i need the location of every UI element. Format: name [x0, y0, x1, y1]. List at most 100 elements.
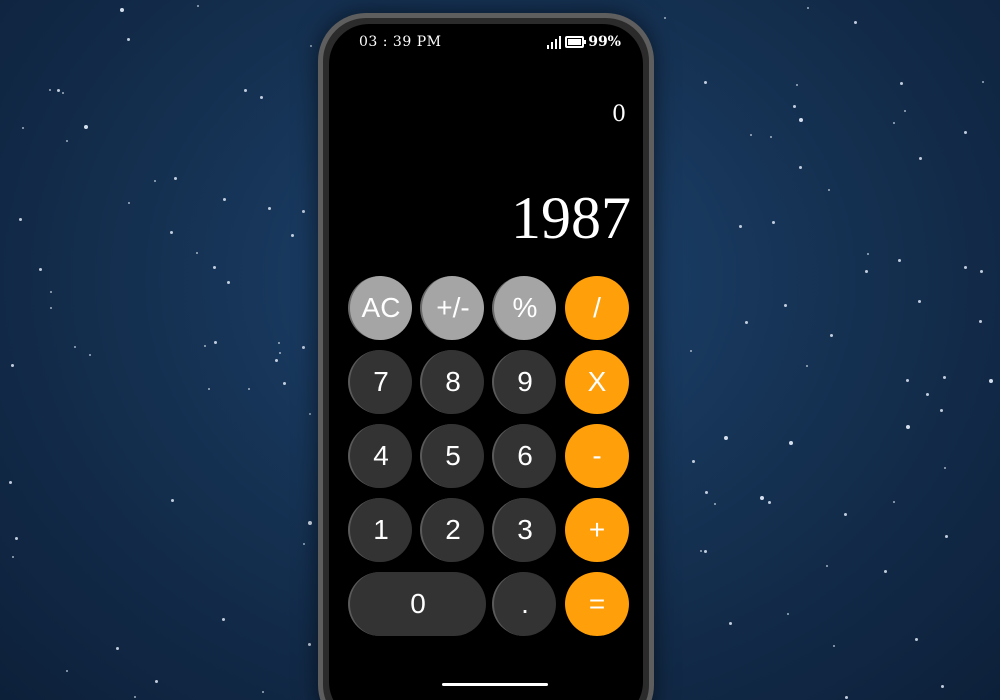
star [941, 685, 945, 689]
star [227, 281, 231, 285]
digit-8-button[interactable]: 8 [420, 350, 484, 414]
star [807, 6, 810, 9]
star [900, 81, 904, 85]
star [883, 569, 887, 573]
star [981, 81, 984, 84]
star [793, 105, 797, 109]
star [261, 691, 264, 694]
add-button[interactable]: + [565, 498, 629, 562]
star [207, 388, 210, 391]
star [303, 543, 306, 546]
star [22, 127, 25, 130]
star [784, 303, 788, 307]
star [798, 166, 802, 170]
star [768, 500, 772, 504]
star [919, 157, 922, 161]
star [267, 206, 271, 210]
star [699, 550, 702, 553]
equals-button[interactable]: = [565, 572, 629, 636]
star [692, 460, 696, 464]
clear-button[interactable]: AC [348, 276, 412, 340]
star [906, 425, 911, 430]
star [806, 364, 809, 367]
digit-4-button[interactable]: 4 [348, 424, 412, 488]
star [703, 550, 707, 554]
star [196, 5, 199, 8]
star [760, 496, 765, 501]
star [50, 307, 53, 310]
star [248, 387, 251, 390]
digit-9-button[interactable]: 9 [492, 350, 556, 414]
star [278, 342, 281, 345]
star [14, 536, 18, 540]
star [61, 91, 64, 94]
star [979, 269, 983, 273]
star [120, 8, 125, 13]
star [221, 617, 225, 621]
star [10, 363, 14, 367]
star [664, 17, 667, 20]
star [729, 622, 733, 626]
digit-0-button[interactable]: 0 [348, 572, 486, 636]
star [48, 88, 51, 91]
star [914, 638, 918, 642]
star [917, 299, 921, 303]
divide-button[interactable]: / [565, 276, 629, 340]
decimal-button[interactable]: . [492, 572, 556, 636]
digit-1-button[interactable]: 1 [348, 498, 412, 562]
star [126, 37, 130, 41]
star [204, 344, 207, 347]
star [723, 436, 728, 441]
star [84, 124, 89, 129]
star [66, 669, 69, 672]
star [705, 490, 709, 494]
signal-bars-icon [547, 35, 562, 49]
star [244, 89, 248, 93]
star [274, 358, 278, 362]
star [866, 252, 869, 255]
star [56, 88, 60, 92]
star [892, 121, 895, 124]
previous-value-display: 0 [612, 102, 626, 127]
star [749, 134, 752, 137]
digit-5-button[interactable]: 5 [420, 424, 484, 488]
digit-3-button[interactable]: 3 [492, 498, 556, 562]
star [799, 118, 804, 123]
star [772, 220, 776, 224]
toggle-sign-button[interactable]: +/- [420, 276, 484, 340]
subtract-button[interactable]: - [565, 424, 629, 488]
multiply-button[interactable]: X [565, 350, 629, 414]
star [301, 209, 305, 213]
digit-7-button[interactable]: 7 [348, 350, 412, 414]
star [213, 266, 217, 270]
star [689, 350, 692, 353]
calculator-screen: 03 : 39 PM 99% 0 1987 AC +/- % / 7 8 9 X… [329, 24, 643, 700]
star [854, 21, 858, 25]
star [926, 392, 930, 396]
star [19, 217, 23, 221]
digit-2-button[interactable]: 2 [420, 498, 484, 562]
digit-6-button[interactable]: 6 [492, 424, 556, 488]
star [73, 345, 76, 348]
star [259, 95, 263, 99]
current-value-display: 1987 [511, 185, 631, 251]
star [223, 197, 227, 201]
star [739, 225, 742, 229]
percent-button[interactable]: % [492, 276, 556, 340]
home-indicator[interactable] [442, 683, 548, 686]
star [291, 233, 295, 237]
star [893, 501, 896, 504]
star [905, 378, 909, 382]
star [789, 440, 794, 445]
star [942, 376, 946, 380]
star [195, 251, 198, 254]
status-time: 03 : 39 PM [359, 34, 442, 50]
star [786, 612, 789, 615]
star [307, 642, 311, 646]
star [170, 230, 174, 234]
star [832, 645, 835, 648]
star [39, 268, 43, 272]
star [963, 265, 967, 269]
star [825, 565, 828, 568]
star [703, 80, 707, 84]
